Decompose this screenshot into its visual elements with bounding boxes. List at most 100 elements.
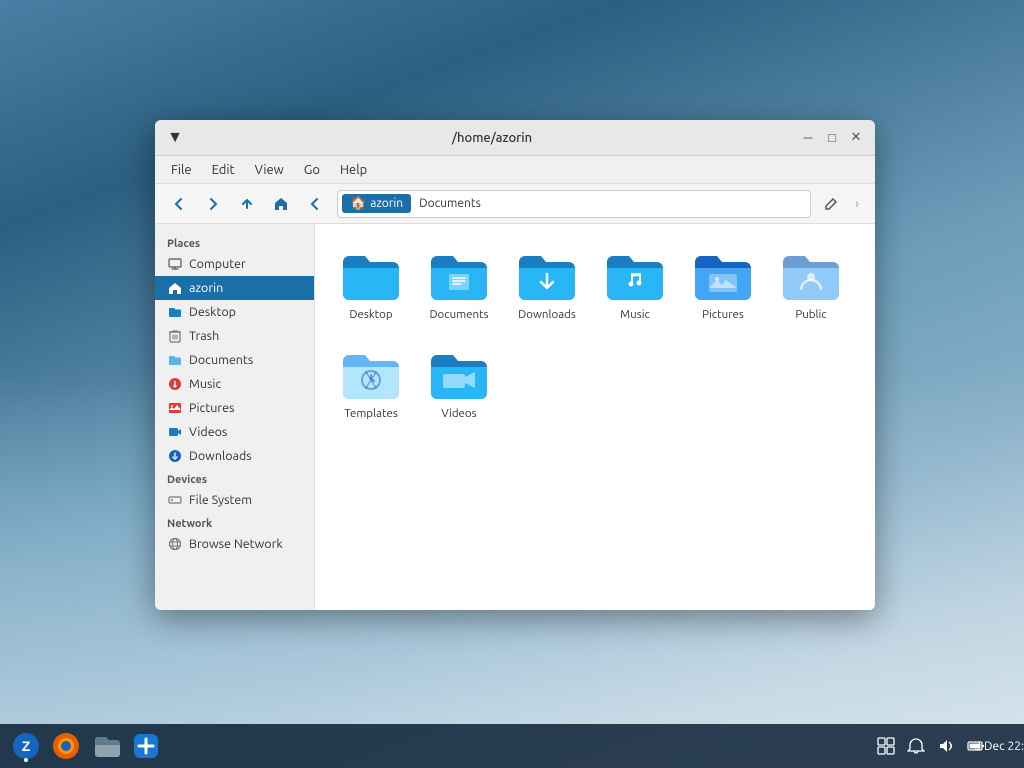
up-button[interactable] bbox=[231, 188, 263, 220]
music-folder-icon bbox=[605, 248, 665, 304]
svg-text:Z: Z bbox=[22, 738, 31, 754]
menu-go[interactable]: Go bbox=[296, 161, 328, 179]
taskbar-files[interactable] bbox=[88, 728, 124, 764]
sidebar: Places Computer azorin bbox=[155, 224, 315, 610]
documents-label: Documents bbox=[189, 353, 253, 367]
network-icon bbox=[167, 536, 183, 552]
maximize-button[interactable]: □ bbox=[823, 129, 841, 147]
music-label: Music bbox=[189, 377, 221, 391]
virtual-desktops-button[interactable] bbox=[876, 736, 896, 756]
filesystem-icon bbox=[167, 492, 183, 508]
desktop-folder-icon bbox=[341, 248, 401, 304]
file-item-templates[interactable]: Templates bbox=[331, 339, 411, 430]
taskbar-software[interactable] bbox=[128, 728, 164, 764]
videos-file-label: Videos bbox=[441, 407, 476, 422]
back-button[interactable] bbox=[163, 188, 195, 220]
sidebar-item-desktop[interactable]: Desktop bbox=[155, 300, 314, 324]
videos-icon bbox=[167, 424, 183, 440]
sidebar-item-downloads[interactable]: Downloads bbox=[155, 444, 314, 468]
network-section-title: Network bbox=[155, 512, 314, 532]
file-item-downloads[interactable]: Downloads bbox=[507, 240, 587, 331]
sidebar-item-videos[interactable]: Videos bbox=[155, 420, 314, 444]
desktop-file-label: Desktop bbox=[349, 308, 392, 323]
trash-label: Trash bbox=[189, 329, 219, 343]
templates-file-label: Templates bbox=[344, 407, 398, 422]
documents-folder-icon bbox=[429, 248, 489, 304]
content-area: Places Computer azorin bbox=[155, 224, 875, 610]
filesystem-label: File System bbox=[189, 493, 252, 507]
file-item-desktop[interactable]: Desktop bbox=[331, 240, 411, 331]
templates-folder-icon bbox=[341, 347, 401, 403]
sidebar-item-browsenetwork[interactable]: Browse Network bbox=[155, 532, 314, 556]
file-item-videos[interactable]: Videos bbox=[419, 339, 499, 430]
computer-icon bbox=[167, 256, 183, 272]
taskbar-apps: Z bbox=[8, 728, 164, 764]
sidebar-item-computer[interactable]: Computer bbox=[155, 252, 314, 276]
breadcrumb-documents[interactable]: Documents bbox=[411, 195, 489, 212]
downloads-icon bbox=[167, 448, 183, 464]
videos-label: Videos bbox=[189, 425, 227, 439]
downloads-folder-icon bbox=[517, 248, 577, 304]
documents-file-label: Documents bbox=[429, 308, 488, 323]
computer-label: Computer bbox=[189, 257, 246, 271]
sidebar-item-azorin[interactable]: azorin bbox=[155, 276, 314, 300]
menu-view[interactable]: View bbox=[247, 161, 292, 179]
volume-button[interactable] bbox=[936, 736, 956, 756]
pictures-label: Pictures bbox=[189, 401, 234, 415]
file-item-documents[interactable]: Documents bbox=[419, 240, 499, 331]
sidebar-item-trash[interactable]: Trash bbox=[155, 324, 314, 348]
azorin-home-icon bbox=[167, 280, 183, 296]
datetime-label: 3 Dec 22:06 bbox=[975, 740, 1024, 753]
places-section-title: Places bbox=[155, 232, 314, 252]
breadcrumb-azorin[interactable]: 🏠 azorin bbox=[342, 194, 411, 213]
menu-help[interactable]: Help bbox=[332, 161, 375, 179]
devices-section-title: Devices bbox=[155, 468, 314, 488]
public-file-label: Public bbox=[795, 308, 826, 323]
file-manager-window: ▼ /home/azorin ─ □ ✕ File Edit View Go H… bbox=[155, 120, 875, 610]
desktop: ▼ /home/azorin ─ □ ✕ File Edit View Go H… bbox=[0, 0, 1024, 768]
music-file-label: Music bbox=[620, 308, 650, 323]
breadcrumb-forward-button[interactable]: › bbox=[847, 190, 867, 218]
minimize-button[interactable]: ─ bbox=[799, 129, 817, 147]
pictures-folder-icon bbox=[693, 248, 753, 304]
toolbar: 🏠 azorin Documents › bbox=[155, 184, 875, 224]
datetime[interactable]: 3 Dec 22:06 bbox=[996, 736, 1016, 756]
taskbar-right: 3 Dec 22:06 bbox=[876, 736, 1016, 756]
file-item-music[interactable]: Music bbox=[595, 240, 675, 331]
pictures-icon bbox=[167, 400, 183, 416]
azorin-label: azorin bbox=[189, 281, 223, 295]
toggle-sidebar-button[interactable] bbox=[299, 188, 331, 220]
browsenetwork-label: Browse Network bbox=[189, 537, 283, 551]
home-button[interactable] bbox=[265, 188, 297, 220]
taskbar: Z bbox=[0, 724, 1024, 768]
videos-folder-icon bbox=[429, 347, 489, 403]
taskbar-firefox[interactable] bbox=[48, 728, 84, 764]
downloads-file-label: Downloads bbox=[518, 308, 576, 323]
notifications-button[interactable] bbox=[906, 736, 926, 756]
close-button[interactable]: ✕ bbox=[847, 129, 865, 147]
music-icon bbox=[167, 376, 183, 392]
window-title: /home/azorin bbox=[185, 131, 799, 145]
sidebar-item-pictures[interactable]: Pictures bbox=[155, 396, 314, 420]
desktop-label: Desktop bbox=[189, 305, 236, 319]
path-edit-button[interactable] bbox=[817, 190, 845, 218]
sidebar-item-music[interactable]: Music bbox=[155, 372, 314, 396]
active-dot bbox=[24, 758, 28, 762]
menu-file[interactable]: File bbox=[163, 161, 200, 179]
breadcrumb: 🏠 azorin Documents bbox=[337, 190, 811, 218]
menu-edit[interactable]: Edit bbox=[204, 161, 243, 179]
trash-icon bbox=[167, 328, 183, 344]
titlebar-menu-button[interactable]: ▼ bbox=[165, 128, 185, 148]
file-item-public[interactable]: Public bbox=[771, 240, 851, 331]
forward-button[interactable] bbox=[197, 188, 229, 220]
documents-icon bbox=[167, 352, 183, 368]
menubar: File Edit View Go Help bbox=[155, 156, 875, 184]
sidebar-item-filesystem[interactable]: File System bbox=[155, 488, 314, 512]
sidebar-item-documents[interactable]: Documents bbox=[155, 348, 314, 372]
taskbar-zorin-menu[interactable]: Z bbox=[8, 728, 44, 764]
titlebar: ▼ /home/azorin ─ □ ✕ bbox=[155, 120, 875, 156]
downloads-label: Downloads bbox=[189, 449, 252, 463]
home-icon: 🏠 bbox=[350, 196, 366, 211]
file-item-pictures[interactable]: Pictures bbox=[683, 240, 763, 331]
titlebar-controls: ─ □ ✕ bbox=[799, 129, 865, 147]
